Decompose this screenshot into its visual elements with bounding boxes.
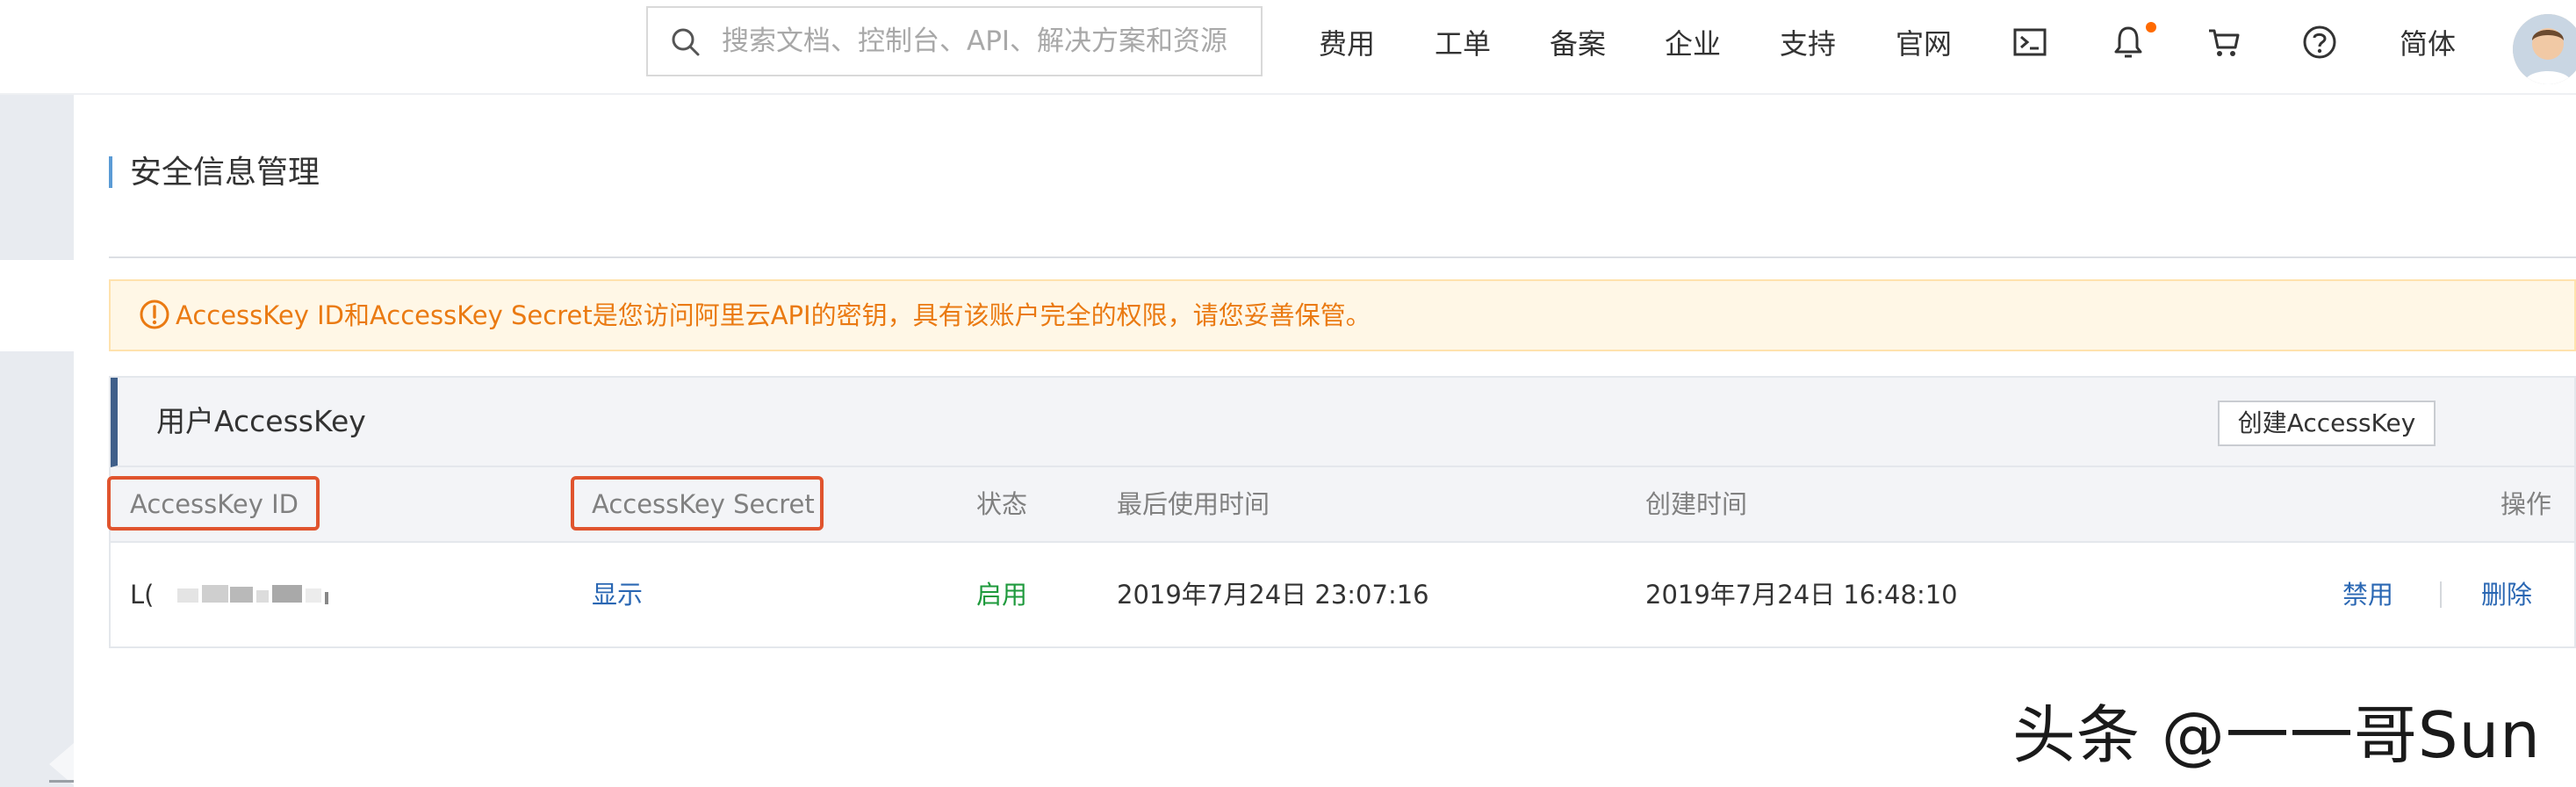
last-used-time: 2019年7月24日 23:07:16 <box>1117 580 1429 610</box>
nav-fees[interactable]: 费用 <box>1319 9 1375 79</box>
bell-icon[interactable] <box>2111 25 2146 60</box>
watermark: 头条 @一一哥Sun <box>2012 698 2541 772</box>
accesskey-id: L( <box>130 580 155 610</box>
column-header-created: 创建时间 <box>1645 489 1748 519</box>
nav-official-site[interactable]: 官网 <box>1896 9 1952 79</box>
created-time: 2019年7月24日 16:48:10 <box>1645 580 1958 610</box>
column-header-status: 状态 <box>976 489 1028 519</box>
sidebar-strip <box>0 95 74 260</box>
sidebar-collapse-icon[interactable] <box>49 743 74 785</box>
warning-circle-icon <box>140 300 169 329</box>
user-avatar[interactable] <box>2513 14 2576 84</box>
cart-icon[interactable] <box>2206 25 2241 60</box>
action-separator <box>2440 581 2442 608</box>
accesskey-panel: 用户AccessKey 创建AccessKey AccessKey ID Acc… <box>107 376 2576 648</box>
masked-key-value <box>177 585 328 604</box>
warning-notice: AccessKey ID和AccessKey Secret是您访问阿里云API的… <box>109 279 2576 351</box>
search-icon <box>672 28 700 56</box>
show-secret-link[interactable]: 显示 <box>592 543 643 646</box>
terminal-icon[interactable] <box>2012 25 2047 60</box>
sidebar-strip <box>0 351 74 787</box>
highlight-box-secret <box>571 476 824 531</box>
help-icon[interactable] <box>2302 25 2337 60</box>
nav-icp-filing[interactable]: 备案 <box>1550 9 1606 79</box>
table-header: AccessKey ID AccessKey Secret 状态 最后使用时间 … <box>107 467 2574 543</box>
column-header-last-used: 最后使用时间 <box>1117 489 1270 519</box>
panel-header: 用户AccessKey 创建AccessKey <box>111 378 2574 467</box>
top-navigation-bar: 搜索文档、控制台、API、解决方案和资源 费用 工单 备案 企业 支持 官网 简… <box>0 0 2576 95</box>
divider <box>109 256 2576 258</box>
create-accesskey-button[interactable]: 创建AccessKey <box>2218 401 2436 446</box>
delete-link[interactable]: 删除 <box>2481 543 2532 646</box>
highlight-box-id <box>107 476 320 531</box>
title-accent <box>109 156 112 188</box>
page-title: 安全信息管理 <box>130 155 320 191</box>
panel-title: 用户AccessKey <box>156 404 366 438</box>
sidebar-line <box>49 780 74 783</box>
column-header-actions: 操作 <box>2500 489 2552 519</box>
disable-link[interactable]: 禁用 <box>2342 543 2393 646</box>
table-row: L( 显示 启用 2019年7月24日 23:07:16 2019年7月24日 … <box>111 543 2574 646</box>
nav-enterprise[interactable]: 企业 <box>1665 9 1721 79</box>
nav-support[interactable]: 支持 <box>1780 9 1836 79</box>
notification-dot <box>2146 22 2156 32</box>
search-box[interactable]: 搜索文档、控制台、API、解决方案和资源 <box>646 6 1263 76</box>
search-placeholder: 搜索文档、控制台、API、解决方案和资源 <box>722 25 1228 57</box>
nav-tickets[interactable]: 工单 <box>1435 9 1491 79</box>
notice-text: AccessKey ID和AccessKey Secret是您访问阿里云API的… <box>176 300 1371 330</box>
language-switch[interactable]: 简体 <box>2400 9 2456 79</box>
status-value: 启用 <box>976 580 1028 610</box>
